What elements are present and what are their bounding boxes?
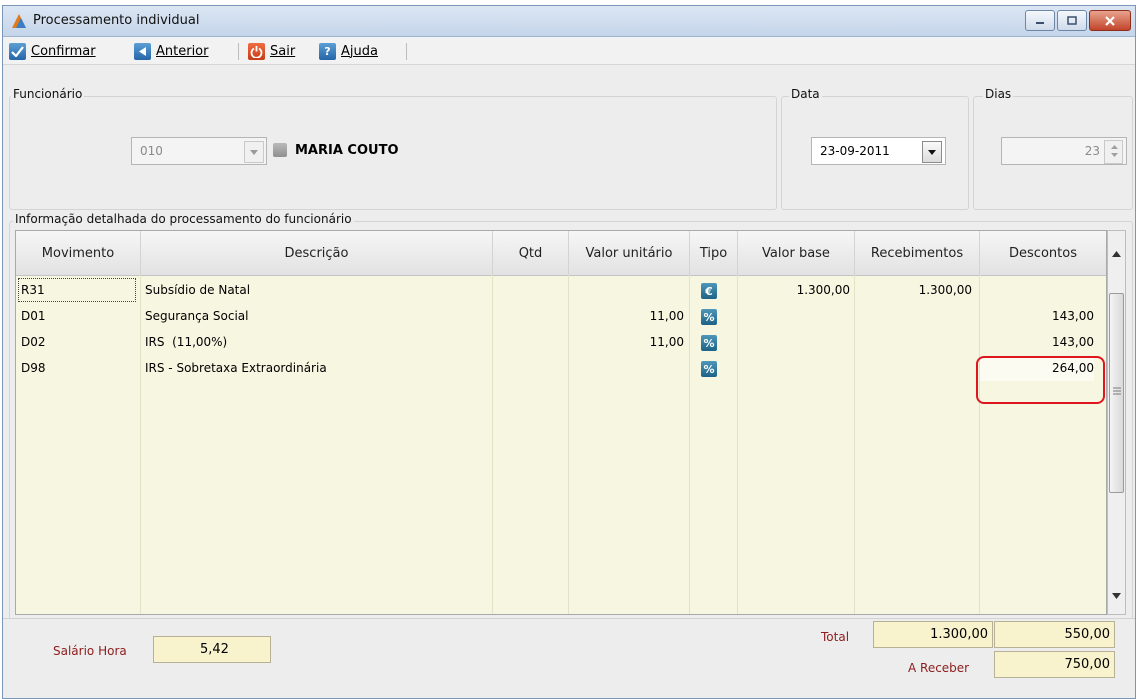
confirmar-label: Confirmar (31, 43, 96, 59)
table-row[interactable]: D02 IRS (11,00%) 11,00 % 143,00 (16, 330, 1106, 355)
recebimentos-cell[interactable] (855, 356, 972, 381)
movimento-cell[interactable]: D02 (21, 330, 46, 355)
calendar-dropdown-icon[interactable] (922, 141, 942, 163)
data-group-label: Data (789, 87, 822, 101)
highlight-annotation (976, 356, 1105, 404)
dropdown-arrow-icon[interactable] (244, 141, 264, 163)
scroll-down-icon[interactable] (1112, 593, 1121, 599)
salario-hora-label: Salário Hora (53, 644, 127, 658)
descontos-cell[interactable]: 143,00 (980, 304, 1094, 329)
salario-hora-field[interactable]: 5,42 (153, 636, 271, 663)
toolbar-separator (406, 43, 407, 60)
movimento-cell[interactable]: D98 (21, 356, 46, 381)
arrow-left-icon (134, 42, 151, 60)
funcionario-group-label: Funcionário (11, 87, 85, 101)
col-movimento[interactable]: Movimento (16, 231, 141, 275)
anterior-button[interactable]: Anterior (134, 41, 208, 61)
recebimentos-cell[interactable]: 1.300,00 (855, 278, 972, 303)
ajuda-label: Ajuda (341, 43, 378, 59)
valor-unitario-cell[interactable] (569, 278, 684, 303)
dias-spinner[interactable]: 23 (1001, 137, 1127, 165)
col-valor-unitario[interactable]: Valor unitário (569, 231, 690, 275)
funcionario-code-select[interactable]: 010 (131, 137, 267, 165)
descricao-cell[interactable]: IRS (11,00%) (145, 330, 227, 355)
detail-grid[interactable]: Movimento Descrição Qtd Valor unitário T… (15, 230, 1107, 615)
date-picker[interactable]: 23-09-2011 (811, 137, 946, 165)
valor-base-cell[interactable] (738, 330, 850, 355)
col-valor-base[interactable]: Valor base (738, 231, 855, 275)
recebimentos-cell[interactable] (855, 330, 972, 355)
maximize-button[interactable] (1057, 10, 1087, 31)
minimize-icon (1036, 21, 1044, 24)
totals-panel: Salário Hora 5,42 Total 1.300,00 550,00 … (3, 618, 1135, 698)
scroll-up-icon[interactable] (1112, 251, 1121, 257)
valor-base-cell[interactable] (738, 356, 850, 381)
lookup-icon[interactable] (273, 143, 287, 157)
main-window: Processamento individual Confirmar Anter… (2, 5, 1136, 699)
movimento-cell[interactable]: D01 (21, 304, 46, 329)
scrollbar-thumb[interactable] (1109, 293, 1124, 493)
table-row[interactable]: D98 IRS - Sobretaxa Extraordinária % 264… (16, 356, 1106, 381)
dias-group-label: Dias (983, 87, 1014, 101)
sair-button[interactable]: Sair (248, 41, 295, 61)
descricao-cell[interactable]: Subsídio de Natal (145, 278, 250, 303)
grip-icon (1113, 387, 1121, 395)
detail-group-label: Informação detalhada do processamento do… (13, 212, 354, 226)
recebimentos-cell[interactable] (855, 304, 972, 329)
total-descontos-field[interactable]: 550,00 (994, 621, 1115, 648)
euro-icon[interactable]: € (701, 283, 717, 299)
maximize-icon (1067, 16, 1077, 25)
total-label: Total (821, 630, 850, 644)
valor-unitario-cell[interactable]: 11,00 (569, 330, 684, 355)
title-bar[interactable]: Processamento individual (3, 6, 1135, 37)
minimize-button[interactable] (1025, 10, 1055, 31)
a-receber-field[interactable]: 750,00 (994, 651, 1115, 678)
ajuda-button[interactable]: ? Ajuda (319, 41, 378, 61)
valor-base-cell[interactable] (738, 304, 850, 329)
close-icon (1105, 15, 1115, 26)
app-icon (12, 14, 26, 28)
sair-label: Sair (270, 43, 296, 59)
funcionario-name: MARIA COUTO (295, 143, 399, 158)
date-value: 23-09-2011 (820, 144, 890, 158)
vertical-scrollbar[interactable] (1107, 230, 1126, 615)
col-descricao[interactable]: Descrição (141, 231, 493, 275)
descontos-cell[interactable] (980, 278, 1094, 303)
help-icon: ? (319, 42, 336, 60)
anterior-label: Anterior (156, 43, 209, 59)
descontos-cell[interactable]: 143,00 (980, 330, 1094, 355)
toolbar-separator (238, 43, 239, 60)
a-receber-label: A Receber (908, 661, 970, 675)
col-qtd[interactable]: Qtd (493, 231, 569, 275)
percent-icon[interactable]: % (701, 361, 717, 377)
confirmar-button[interactable]: Confirmar (9, 41, 96, 61)
col-tipo[interactable]: Tipo (690, 231, 738, 275)
checkmark-icon (9, 42, 26, 60)
percent-icon[interactable]: % (701, 309, 717, 325)
col-descontos[interactable]: Descontos (980, 231, 1106, 275)
table-row[interactable]: R31 Subsídio de Natal € 1.300,00 1.300,0… (16, 278, 1106, 303)
valor-unitario-cell[interactable] (569, 356, 684, 381)
movimento-cell[interactable]: R31 (18, 278, 136, 302)
percent-icon[interactable]: % (701, 335, 717, 351)
table-row[interactable]: D01 Segurança Social 11,00 % 143,00 (16, 304, 1106, 329)
toolbar: Confirmar Anterior Sair ? Ajuda (3, 37, 1135, 65)
col-recebimentos[interactable]: Recebimentos (855, 231, 980, 275)
funcionario-code: 010 (140, 144, 163, 158)
descricao-cell[interactable]: Segurança Social (145, 304, 248, 329)
descricao-cell[interactable]: IRS - Sobretaxa Extraordinária (145, 356, 327, 381)
valor-base-cell[interactable]: 1.300,00 (738, 278, 850, 303)
dias-value: 23 (1084, 144, 1100, 158)
valor-unitario-cell[interactable]: 11,00 (569, 304, 684, 329)
grid-header: Movimento Descrição Qtd Valor unitário T… (16, 231, 1106, 276)
window-title: Processamento individual (33, 13, 200, 28)
total-recebimentos-field[interactable]: 1.300,00 (873, 621, 993, 648)
power-icon (248, 42, 265, 60)
spinner-arrows-icon[interactable] (1104, 140, 1123, 164)
close-button[interactable] (1089, 10, 1131, 31)
